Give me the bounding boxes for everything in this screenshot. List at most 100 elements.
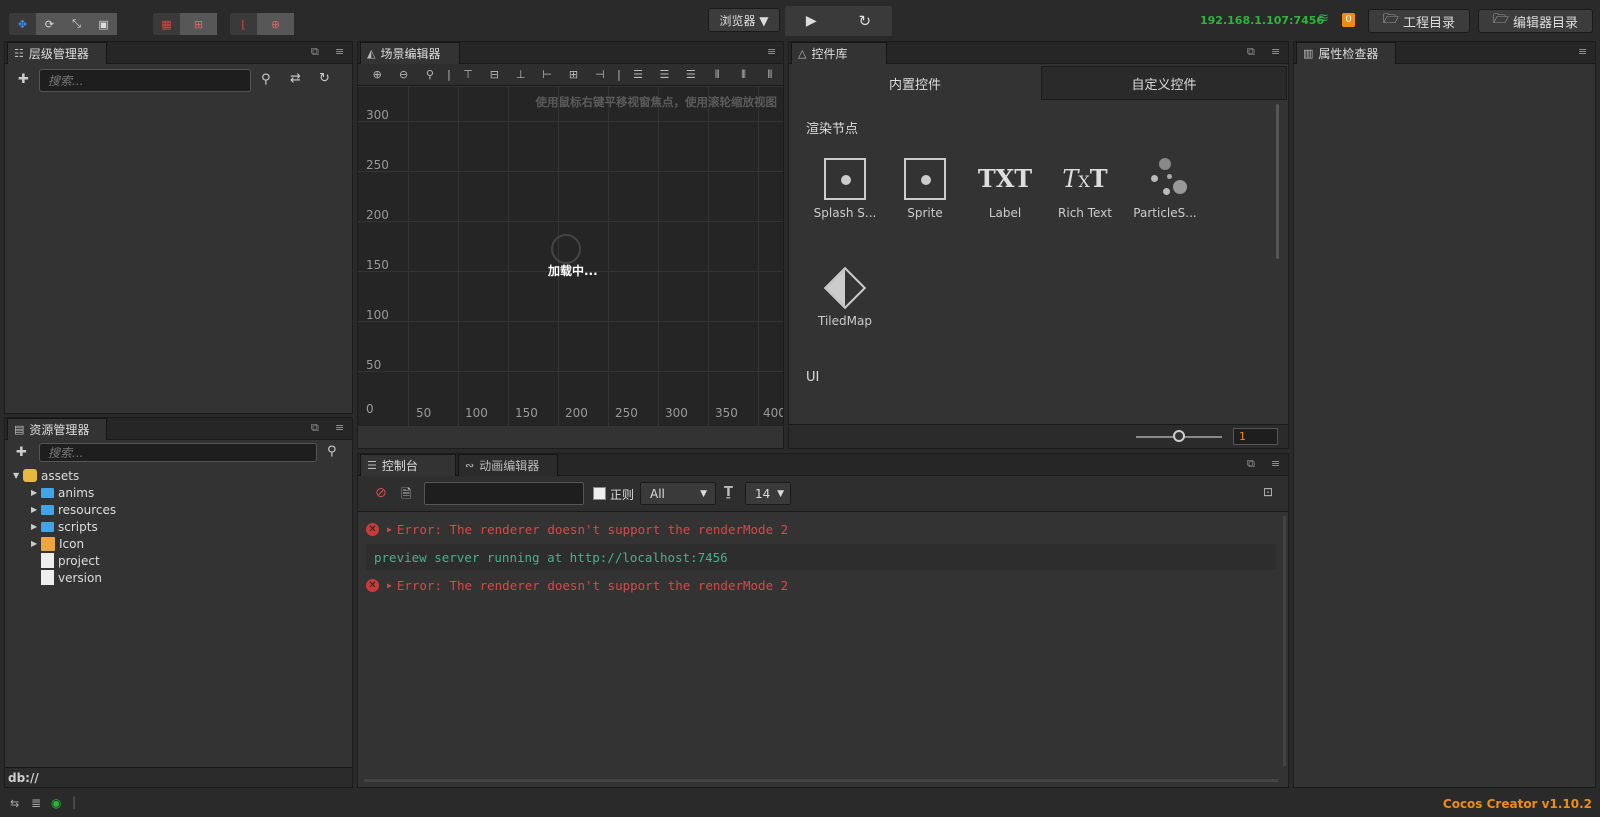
- distribute-hcenter-icon[interactable]: ⦀: [730, 68, 756, 82]
- scrollbar[interactable]: [1283, 516, 1286, 766]
- tab-hierarchy[interactable]: ☷ 层级管理器: [7, 42, 107, 64]
- play-icon[interactable]: ▶: [806, 13, 817, 29]
- console-line-info[interactable]: preview server running at http://localho…: [366, 544, 1276, 570]
- console-line-error[interactable]: ✕ ▶ Error: The renderer doesn't support …: [366, 572, 1276, 598]
- tab-scene[interactable]: ◭ 场景编辑器: [360, 42, 460, 64]
- clear-icon[interactable]: ⊘: [375, 485, 387, 501]
- widget-splash-sprite[interactable]: Splash S...: [807, 158, 883, 220]
- search-icon[interactable]: ⚲: [327, 444, 337, 459]
- menu-icon[interactable]: ≡: [1271, 457, 1280, 470]
- expand-right-icon[interactable]: ▶: [387, 525, 392, 534]
- align-right-icon[interactable]: ⊣: [587, 68, 613, 81]
- widget-tiledmap[interactable]: TiledMap: [807, 266, 883, 328]
- open-log-icon[interactable]: 🗎: [401, 485, 411, 507]
- expand-down-icon[interactable]: ▼: [13, 471, 23, 480]
- add-asset-button[interactable]: ✚: [16, 445, 27, 460]
- tab-assets[interactable]: ▤ 资源管理器: [7, 418, 107, 440]
- zoom-in-icon[interactable]: ⊕: [364, 68, 390, 81]
- tab-inspector[interactable]: ▥ 属性检查器: [1296, 42, 1396, 64]
- hierarchy-search-input[interactable]: 搜索...: [39, 69, 251, 92]
- distribute-left-icon[interactable]: ⦀: [704, 68, 730, 82]
- refresh-icon[interactable]: ↻: [319, 71, 330, 86]
- scrollbar[interactable]: [1276, 104, 1279, 259]
- menu-icon[interactable]: ≡: [767, 45, 776, 58]
- editor-dir-button[interactable]: 🗁 编辑器目录: [1478, 9, 1593, 33]
- widget-rich-text[interactable]: TXT Rich Text: [1047, 158, 1123, 220]
- popout-icon[interactable]: ⧉: [311, 45, 319, 59]
- tab-builtin-widgets[interactable]: 内置控件: [791, 66, 1039, 100]
- align-vcenter-icon[interactable]: ⊟: [481, 68, 507, 81]
- h-scrollbar[interactable]: [364, 779, 1278, 782]
- notification-badge[interactable]: 0: [1342, 13, 1355, 27]
- zoom-reset-icon[interactable]: ⚲: [417, 68, 443, 81]
- tab-console[interactable]: ☰ 控制台: [360, 454, 456, 476]
- expand-right-icon[interactable]: ▶: [387, 581, 392, 590]
- menu-icon[interactable]: ≡: [335, 421, 344, 434]
- browser-dropdown[interactable]: 浏览器 ▼: [708, 8, 780, 32]
- project-dir-button[interactable]: 🗁 工程目录: [1368, 9, 1470, 33]
- console-filter-input[interactable]: [424, 482, 584, 505]
- align-bottom-icon[interactable]: ⊥: [508, 68, 534, 81]
- global-coord-icon[interactable]: ⊕: [257, 13, 294, 35]
- log-level-select[interactable]: All ▼: [640, 482, 716, 505]
- tree-root-assets[interactable]: ▼ assets: [13, 467, 79, 484]
- assets-search-input[interactable]: 搜索...: [39, 443, 317, 462]
- widget-label[interactable]: TXT Label: [967, 158, 1043, 220]
- regex-checkbox[interactable]: [593, 487, 606, 500]
- search-icon[interactable]: ⚲: [261, 72, 271, 87]
- move-tool-icon[interactable]: ✥: [9, 13, 36, 35]
- tab-animation-editor[interactable]: ∾ 动画编辑器: [458, 454, 558, 476]
- distribute-right-icon[interactable]: ⦀: [757, 68, 783, 82]
- tab-widgets[interactable]: △ 控件库: [791, 42, 887, 64]
- tree-item[interactable]: ▶ resources: [31, 501, 116, 518]
- menu-icon[interactable]: ≡: [1578, 45, 1587, 58]
- zoom-slider-handle[interactable]: [1173, 430, 1185, 442]
- scene-toolbar: ⊕ ⊖ ⚲ | ⊤ ⊟ ⊥ ⊢ ⊞ ⊣ | ☰ ☰ ☰ ⦀ ⦀ ⦀: [358, 64, 783, 86]
- tree-item[interactable]: ▶ scripts: [31, 518, 98, 535]
- scene-canvas[interactable]: 使用鼠标右键平移视窗焦点，使用滚轮缩放视图 300 250 200 150 10…: [358, 87, 783, 426]
- expand-right-icon[interactable]: ▶: [31, 539, 41, 548]
- tree-item[interactable]: project: [41, 552, 100, 569]
- tree-item[interactable]: ▶ Icon: [31, 535, 84, 552]
- sync-icon[interactable]: ⇆: [10, 797, 19, 810]
- align-hcenter-icon[interactable]: ⊞: [560, 68, 586, 81]
- expand-right-icon[interactable]: ▶: [31, 522, 41, 531]
- widget-sprite[interactable]: Sprite: [887, 158, 963, 220]
- zoom-out-icon[interactable]: ⊖: [390, 68, 416, 81]
- database-icon[interactable]: ≣: [31, 796, 41, 810]
- console-panel: ☰ 控制台 ∾ 动画编辑器 ⧉ ≡ ⊘ 🗎 正则 All ▼ Ṯ 14 ▼ ⊡ ✕ ▶ …: [357, 453, 1289, 788]
- scale-tool-icon[interactable]: ⤡: [63, 13, 90, 35]
- local-pivot-icon[interactable]: ▦: [153, 13, 180, 35]
- distribute-top-icon[interactable]: ☰: [625, 68, 651, 81]
- file-icon: [41, 570, 54, 585]
- menu-icon[interactable]: ≡: [1271, 45, 1280, 58]
- sort-icon[interactable]: ⇄: [290, 71, 301, 86]
- center-pivot-icon[interactable]: ⊞: [180, 13, 217, 35]
- rect-tool-icon[interactable]: ▣: [90, 13, 117, 35]
- console-line-error[interactable]: ✕ ▶ Error: The renderer doesn't support …: [366, 516, 1276, 542]
- tree-item[interactable]: version: [41, 569, 102, 586]
- eye-icon[interactable]: ◉: [51, 796, 61, 810]
- collapse-icon[interactable]: ⊡: [1263, 485, 1273, 499]
- expand-right-icon[interactable]: ▶: [31, 488, 41, 497]
- add-node-button[interactable]: ✚: [18, 72, 29, 87]
- align-left-icon[interactable]: ⊢: [534, 68, 560, 81]
- tab-custom-widgets[interactable]: 自定义控件: [1041, 66, 1287, 100]
- tree-item[interactable]: ▶ anims: [31, 484, 94, 501]
- align-top-icon[interactable]: ⊤: [455, 68, 481, 81]
- section-ui: UI: [806, 370, 820, 385]
- widget-particle-system[interactable]: ParticleS...: [1127, 158, 1203, 220]
- folder-icon: [41, 521, 54, 532]
- expand-right-icon[interactable]: ▶: [31, 505, 41, 514]
- distribute-vcenter-icon[interactable]: ☰: [651, 68, 677, 81]
- distribute-bottom-icon[interactable]: ☰: [678, 68, 704, 81]
- zoom-value-input[interactable]: 1: [1233, 428, 1278, 445]
- popout-icon[interactable]: ⧉: [1247, 45, 1255, 59]
- popout-icon[interactable]: ⧉: [311, 421, 319, 435]
- rotate-tool-icon[interactable]: ⟳: [36, 13, 63, 35]
- menu-icon[interactable]: ≡: [335, 45, 344, 58]
- font-size-select[interactable]: 14 ▼: [745, 482, 791, 505]
- popout-icon[interactable]: ⧉: [1247, 457, 1255, 471]
- refresh-icon[interactable]: ↻: [859, 12, 872, 30]
- local-coord-icon[interactable]: ⌊: [230, 13, 257, 35]
